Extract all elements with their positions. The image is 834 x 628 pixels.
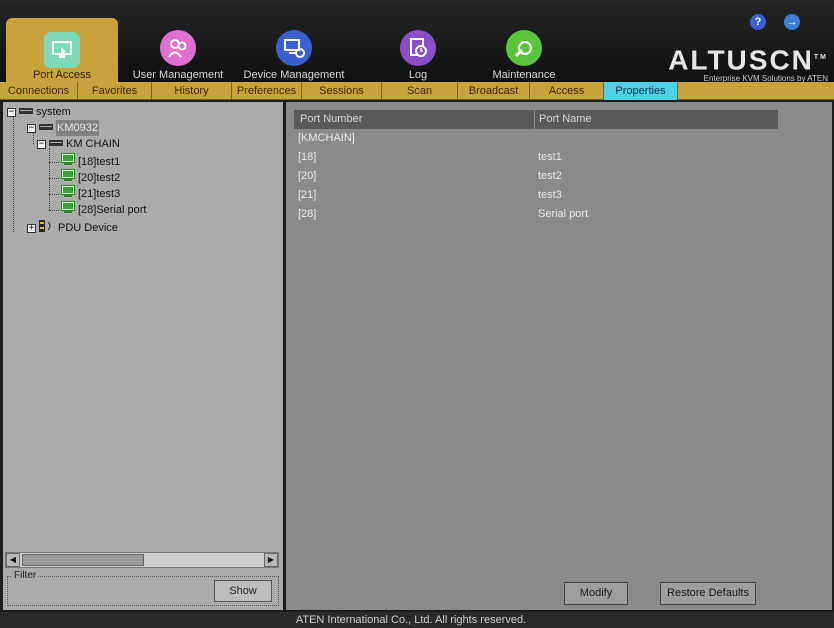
tree-node-system[interactable]: − system <box>7 104 71 120</box>
top-header: Port Access User Management Device Manag… <box>0 0 834 84</box>
module-label: Device Management <box>243 69 345 81</box>
tree-line <box>49 178 59 179</box>
tree-node-label: KM CHAIN <box>66 138 120 150</box>
tree-node-label: [20]test2 <box>78 172 121 184</box>
tab-sessions[interactable]: Sessions <box>302 82 382 100</box>
pdu-icon <box>39 219 55 237</box>
tree-node-label: system <box>36 106 71 118</box>
collapse-icon[interactable]: − <box>7 107 16 117</box>
help-icon[interactable]: ? <box>750 14 766 30</box>
show-button[interactable]: Show <box>214 580 272 602</box>
expand-icon[interactable]: + <box>27 223 36 233</box>
sub-tab-bar: Connections Favorites History Preference… <box>0 82 834 100</box>
module-label: Maintenance <box>492 69 556 81</box>
cell-port-name: test2 <box>538 170 562 182</box>
scroll-right-icon[interactable]: ▶ <box>264 553 278 567</box>
table-row[interactable]: [21] test3 <box>294 186 778 205</box>
table-row[interactable]: [20] test2 <box>294 167 778 186</box>
cell-port-number: [28] <box>298 208 317 220</box>
cell-port-number: [20] <box>298 170 317 182</box>
tree-line <box>49 194 59 195</box>
scroll-thumb[interactable] <box>22 554 144 566</box>
tree-node-label: KM0932 <box>56 120 99 136</box>
module-user-management[interactable]: User Management <box>128 22 228 82</box>
tab-connections[interactable]: Connections <box>0 82 78 100</box>
copyright-text: ATEN International Co., Ltd. All rights … <box>295 614 527 626</box>
tab-scan[interactable]: Scan <box>382 82 458 100</box>
tree-node-label: [21]test3 <box>78 188 121 200</box>
logout-icon[interactable]: → <box>784 14 800 30</box>
device-tree: − system − KM0932 − KM CHAIN [18]test1 [… <box>5 104 281 544</box>
module-port-access[interactable]: Port Access <box>6 18 118 82</box>
port-access-icon <box>44 32 80 68</box>
module-label: User Management <box>132 69 224 81</box>
table-row[interactable]: [28] Serial port <box>294 205 778 224</box>
table-header: Port Number Port Name <box>294 110 778 129</box>
tree-node-label: [28]Serial port <box>78 204 147 216</box>
cell-port-number: [18] <box>298 151 317 163</box>
column-port-name[interactable]: Port Name <box>534 110 592 129</box>
tree-node-chain[interactable]: − KM CHAIN <box>37 136 120 152</box>
tree-node-label: PDU Device <box>58 222 118 234</box>
column-port-number[interactable]: Port Number <box>300 110 362 129</box>
module-label: Port Access <box>32 69 92 81</box>
scroll-left-icon[interactable]: ◀ <box>6 553 20 567</box>
maintenance-icon <box>506 30 542 66</box>
filter-label: Filter <box>12 570 39 581</box>
cell-port-name: Serial port <box>538 208 589 220</box>
tab-favorites[interactable]: Favorites <box>78 82 152 100</box>
tab-properties[interactable]: Properties <box>604 82 678 100</box>
tree-node-device[interactable]: − KM0932 <box>27 120 99 136</box>
cell-port-name: test1 <box>538 151 562 163</box>
footer: ATEN International Co., Ltd. All rights … <box>0 612 834 628</box>
switch-icon <box>49 136 63 152</box>
cell-port-number: [21] <box>298 189 317 201</box>
module-label: Log <box>408 69 428 81</box>
tab-preferences[interactable]: Preferences <box>232 82 302 100</box>
tree-line <box>49 148 50 210</box>
table-row[interactable]: [18] test1 <box>294 148 778 167</box>
brand-logo: ALTUSCNTM Enterprise KVM Solutions by AT… <box>668 44 828 84</box>
module-device-management[interactable]: Device Management <box>240 22 348 82</box>
brand-trademark: TM <box>813 54 828 61</box>
server-icon <box>19 104 33 120</box>
port-table: Port Number Port Name [KMCHAIN] [18] tes… <box>294 110 778 224</box>
tree-node-port[interactable]: [21]test3 <box>61 185 121 202</box>
tree-node-pdu[interactable]: + PDU Device <box>27 219 118 237</box>
collapse-icon[interactable]: − <box>27 123 36 133</box>
tree-node-port[interactable]: [20]test2 <box>61 169 121 186</box>
filter-group: Filter Show <box>7 570 279 606</box>
tree-line <box>49 162 59 163</box>
tab-history[interactable]: History <box>152 82 232 100</box>
tab-broadcast[interactable]: Broadcast <box>458 82 530 100</box>
cell-port-name: test3 <box>538 189 562 201</box>
users-icon <box>160 30 196 66</box>
tree-node-label: [18]test1 <box>78 156 121 168</box>
tree-line <box>13 116 14 232</box>
monitor-icon <box>61 201 75 219</box>
log-icon <box>400 30 436 66</box>
properties-panel: Port Number Port Name [KMCHAIN] [18] tes… <box>286 102 832 610</box>
cell-port-number: [KMCHAIN] <box>298 132 355 144</box>
module-maintenance[interactable]: Maintenance <box>486 22 562 82</box>
tab-access[interactable]: Access <box>530 82 604 100</box>
device-tree-panel: − system − KM0932 − KM CHAIN [18]test1 [… <box>3 102 283 610</box>
table-row[interactable]: [KMCHAIN] <box>294 129 778 148</box>
collapse-icon[interactable]: − <box>37 139 46 149</box>
device-icon <box>276 30 312 66</box>
brand-name: ALTUSCN <box>668 44 814 76</box>
restore-defaults-button[interactable]: Restore Defaults <box>660 582 756 605</box>
modify-button[interactable]: Modify <box>564 582 628 605</box>
tree-node-port[interactable]: [18]test1 <box>61 153 121 170</box>
tree-node-port[interactable]: [28]Serial port <box>61 201 147 219</box>
module-log[interactable]: Log <box>388 22 448 82</box>
horizontal-scrollbar[interactable]: ◀ ▶ <box>5 552 279 568</box>
tree-line <box>49 210 59 211</box>
switch-icon <box>39 120 53 136</box>
